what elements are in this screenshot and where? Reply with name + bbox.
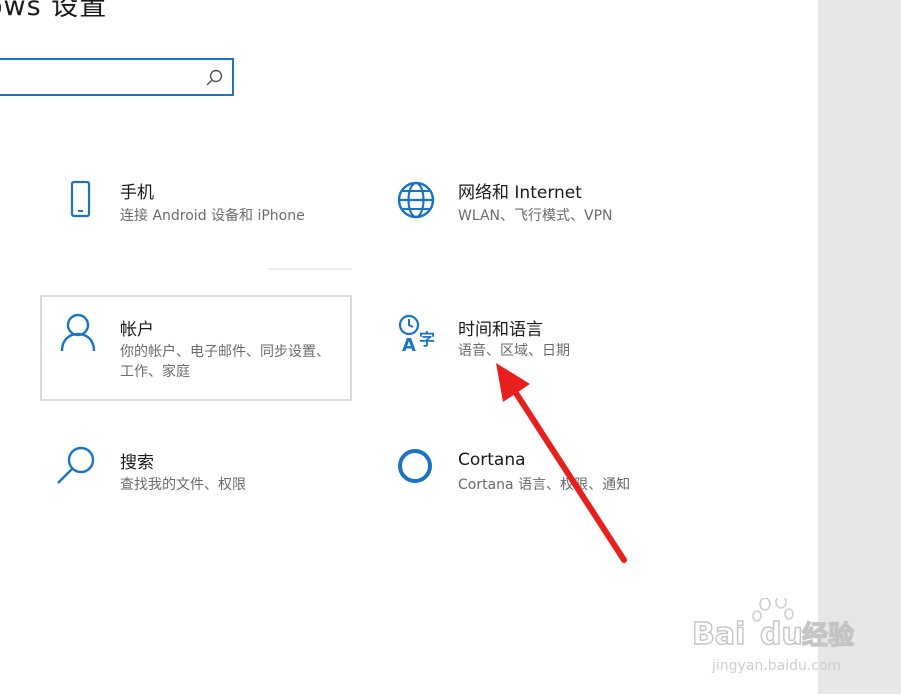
tile-description: WLAN、飞行模式、VPN (458, 208, 613, 224)
search-input[interactable] (6, 60, 210, 94)
tile-description: 你的帐户、电子邮件、同步设置、工作、家庭 (120, 344, 330, 380)
tile-title: 网络和 Internet (458, 183, 582, 203)
settings-window: ows 设置 手机 连接 Android 设备和 iPhone 网络和 Inte… (0, 0, 818, 694)
tile-title: 搜索 (120, 453, 154, 473)
magnifier-icon (57, 446, 95, 484)
globe-icon (398, 181, 435, 219)
svg-text:字: 字 (419, 330, 435, 349)
tile-title: 帐户 (120, 320, 154, 340)
cortana-ring-icon (398, 449, 432, 483)
tile-description: 连接 Android 设备和 iPhone (120, 208, 305, 224)
tile-search[interactable]: 搜索 查找我的文件、权限 (40, 435, 352, 541)
tile-hover-edge (268, 268, 352, 270)
page-title: ows 设置 (0, 0, 108, 22)
person-icon (60, 313, 96, 351)
tile-accounts[interactable]: 帐户 你的帐户、电子邮件、同步设置、工作、家庭 (40, 295, 352, 401)
tile-cortana[interactable]: Cortana Cortana 语言、权限、通知 (378, 435, 690, 541)
tile-description: 查找我的文件、权限 (120, 477, 246, 493)
tile-title: 手机 (120, 183, 154, 203)
background-strip (818, 0, 901, 694)
svg-text:A: A (402, 335, 416, 354)
phone-icon (70, 180, 91, 218)
tile-description: 语音、区域、日期 (458, 343, 570, 359)
search-icon[interactable] (204, 68, 224, 88)
time-language-icon: A 字 (398, 314, 435, 354)
tile-network[interactable]: 网络和 Internet WLAN、飞行模式、VPN (378, 166, 690, 272)
tile-title: 时间和语言 (458, 320, 543, 340)
tile-title: Cortana (458, 450, 526, 470)
search-box[interactable] (0, 58, 234, 96)
tile-phone[interactable]: 手机 连接 Android 设备和 iPhone (40, 166, 352, 272)
tile-description: Cortana 语言、权限、通知 (458, 477, 631, 493)
tile-time-language[interactable]: A 字 时间和语言 语音、区域、日期 (378, 300, 690, 406)
